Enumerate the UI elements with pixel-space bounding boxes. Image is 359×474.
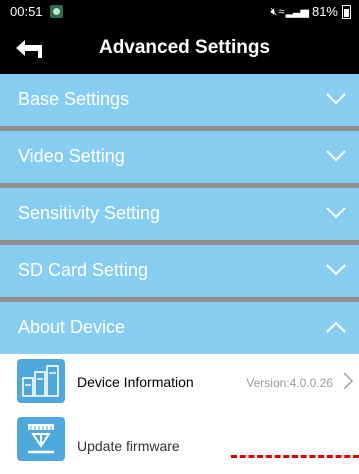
annotation-dashed-line bbox=[231, 455, 359, 458]
section-sd-card-setting[interactable]: SD Card Setting bbox=[0, 245, 359, 297]
status-indicators: 🔇︎ ≈ ▂▃▅ 81% bbox=[270, 4, 351, 19]
update-firmware-icon bbox=[17, 417, 65, 461]
section-label: SD Card Setting bbox=[18, 260, 149, 280]
status-time: 00:51 bbox=[10, 4, 43, 19]
app-header: Advanced Settings bbox=[0, 24, 359, 74]
update-firmware-label: Update firmware bbox=[77, 438, 180, 454]
section-about-device[interactable]: About Device bbox=[0, 302, 359, 354]
chevron-right-icon bbox=[343, 372, 354, 390]
section-sensitivity-setting[interactable]: Sensitivity Setting bbox=[0, 188, 359, 240]
chevron-down-icon bbox=[326, 207, 346, 219]
chevron-down-icon bbox=[326, 264, 346, 276]
page-title: Advanced Settings bbox=[98, 37, 271, 58]
section-label: Sensitivity Setting bbox=[18, 203, 161, 223]
section-video-setting[interactable]: Video Setting bbox=[0, 131, 359, 183]
chevron-down-icon bbox=[326, 150, 346, 162]
chevron-down-icon bbox=[326, 93, 346, 105]
signal-icons: 🔇︎ ≈ ▂▃▅ bbox=[270, 5, 309, 18]
battery-icon bbox=[342, 4, 351, 19]
section-base-settings[interactable]: Base Settings bbox=[0, 74, 359, 126]
device-information-label: Device Information bbox=[77, 374, 194, 390]
chevron-up-icon bbox=[326, 321, 346, 333]
firmware-version: Version:4.0.0.26 bbox=[246, 376, 333, 390]
device-information-row[interactable]: Device Information Version:4.0.0.26 bbox=[0, 354, 359, 410]
device-info-icon bbox=[17, 359, 65, 403]
notification-app-icon bbox=[50, 5, 63, 18]
section-label: About Device bbox=[18, 317, 126, 337]
battery-percent: 81% bbox=[311, 4, 338, 19]
section-label: Base Settings bbox=[18, 89, 130, 109]
section-label: Video Setting bbox=[18, 146, 125, 166]
update-firmware-row[interactable]: Update firmware bbox=[0, 412, 359, 474]
status-bar: 00:51 🔇︎ ≈ ▂▃▅ 81% bbox=[0, 0, 359, 24]
